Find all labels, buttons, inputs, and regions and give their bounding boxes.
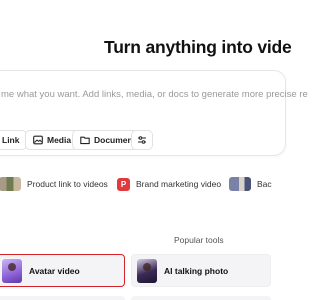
hero-title: Turn anything into vide — [104, 37, 292, 57]
settings-button[interactable] — [131, 130, 153, 150]
avatar-thumbnail — [2, 258, 22, 283]
scene-thumbnail — [229, 177, 251, 191]
settings-sliders-icon — [138, 136, 146, 144]
tool-card-partial[interactable] — [131, 296, 271, 300]
tool-card-ai-talking-photo[interactable]: AI talking photo — [131, 254, 271, 287]
link-button[interactable]: Link — [0, 130, 28, 150]
product-thumbnail — [0, 177, 21, 191]
media-button[interactable]: Media — [25, 130, 80, 150]
media-button-label: Media — [47, 135, 72, 145]
suggestion-background[interactable]: Bac — [229, 175, 272, 193]
suggestion-label: Bac — [257, 179, 272, 189]
document-button-label: Document — [94, 135, 136, 145]
tool-card-avatar-video[interactable]: Avatar video — [0, 254, 125, 287]
suggestion-brand-marketing[interactable]: P Brand marketing video — [117, 175, 221, 193]
tool-card-label: Avatar video — [29, 265, 80, 276]
link-button-label: Link — [2, 135, 20, 145]
suggestion-label: Product link to videos — [27, 179, 108, 189]
tool-card-label: AI talking photo — [164, 265, 229, 276]
suggestion-label: Brand marketing video — [136, 179, 222, 189]
image-icon — [33, 135, 43, 145]
suggestion-product-link[interactable]: Product link to videos — [0, 175, 108, 193]
prompt-placeholder: me what you want. Add links, media, or d… — [1, 89, 308, 100]
p-badge-icon: P — [117, 177, 130, 191]
tool-card-partial[interactable] — [0, 296, 125, 300]
folder-icon — [80, 136, 90, 145]
popular-tools-heading: Popular tools — [174, 235, 224, 245]
talking-photo-thumbnail — [137, 258, 157, 283]
